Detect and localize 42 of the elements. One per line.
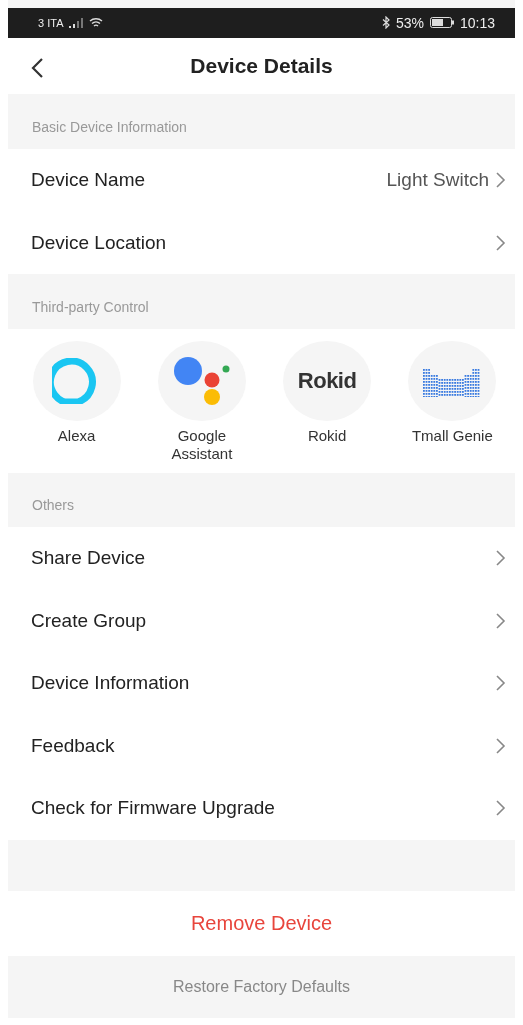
section-header: Basic Device Information: [31, 117, 188, 137]
integration-label: Tmall Genie: [410, 426, 494, 445]
chevron-icon: [495, 674, 507, 693]
chevron-icon: [495, 549, 507, 568]
settings-row[interactable]: Device Location: [8, 211, 515, 274]
battery-text: 53%: [395, 14, 424, 31]
settings-row[interactable]: Create Group: [8, 589, 515, 653]
chevron-icon: [495, 171, 507, 190]
row-label: Device Name: [31, 169, 147, 192]
settings-row[interactable]: Device Name Light Switch: [8, 148, 515, 212]
chevron-icon: [495, 736, 507, 755]
row-value: Light Switch: [386, 169, 489, 192]
row-label: Device Location: [31, 231, 168, 254]
integration-label: Rokid: [306, 426, 348, 445]
row-label: Check for Firmware Upgrade: [31, 797, 276, 820]
settings-row[interactable]: Share Device: [8, 527, 515, 590]
page-title: Device Details: [190, 54, 333, 78]
chevron-icon: [495, 799, 507, 818]
wifi-icon: [89, 17, 104, 29]
battery-icon: [429, 17, 454, 29]
chevron-icon: [495, 611, 507, 630]
dots-icon: [172, 356, 231, 405]
integration-label: Alexa: [56, 426, 97, 445]
carrier-text: 3 ITA: [38, 16, 64, 29]
row-label: Share Device: [31, 547, 147, 570]
integration-button[interactable]: Rokid: [283, 340, 372, 421]
settings-row[interactable]: Check for Firmware Upgrade: [8, 777, 515, 840]
row-label: Create Group: [31, 609, 148, 632]
settings-row[interactable]: Feedback: [8, 714, 515, 778]
logo-text: Rokid: [297, 367, 357, 394]
integration-label: Google Assistant: [170, 426, 234, 463]
remove-button[interactable]: Remove Device: [8, 891, 515, 956]
section-header: Others: [31, 496, 75, 516]
row-label: Feedback: [31, 734, 116, 757]
back-icon[interactable]: [30, 56, 44, 79]
section-header: Third-party Control: [31, 297, 150, 317]
row-label: Device Information: [31, 672, 191, 695]
bluetooth-icon: [381, 16, 390, 30]
clock-text: 10:13: [459, 14, 495, 31]
chevron-icon: [495, 233, 507, 252]
settings-row[interactable]: Device Information: [8, 652, 515, 715]
signal-icon: [69, 17, 84, 28]
